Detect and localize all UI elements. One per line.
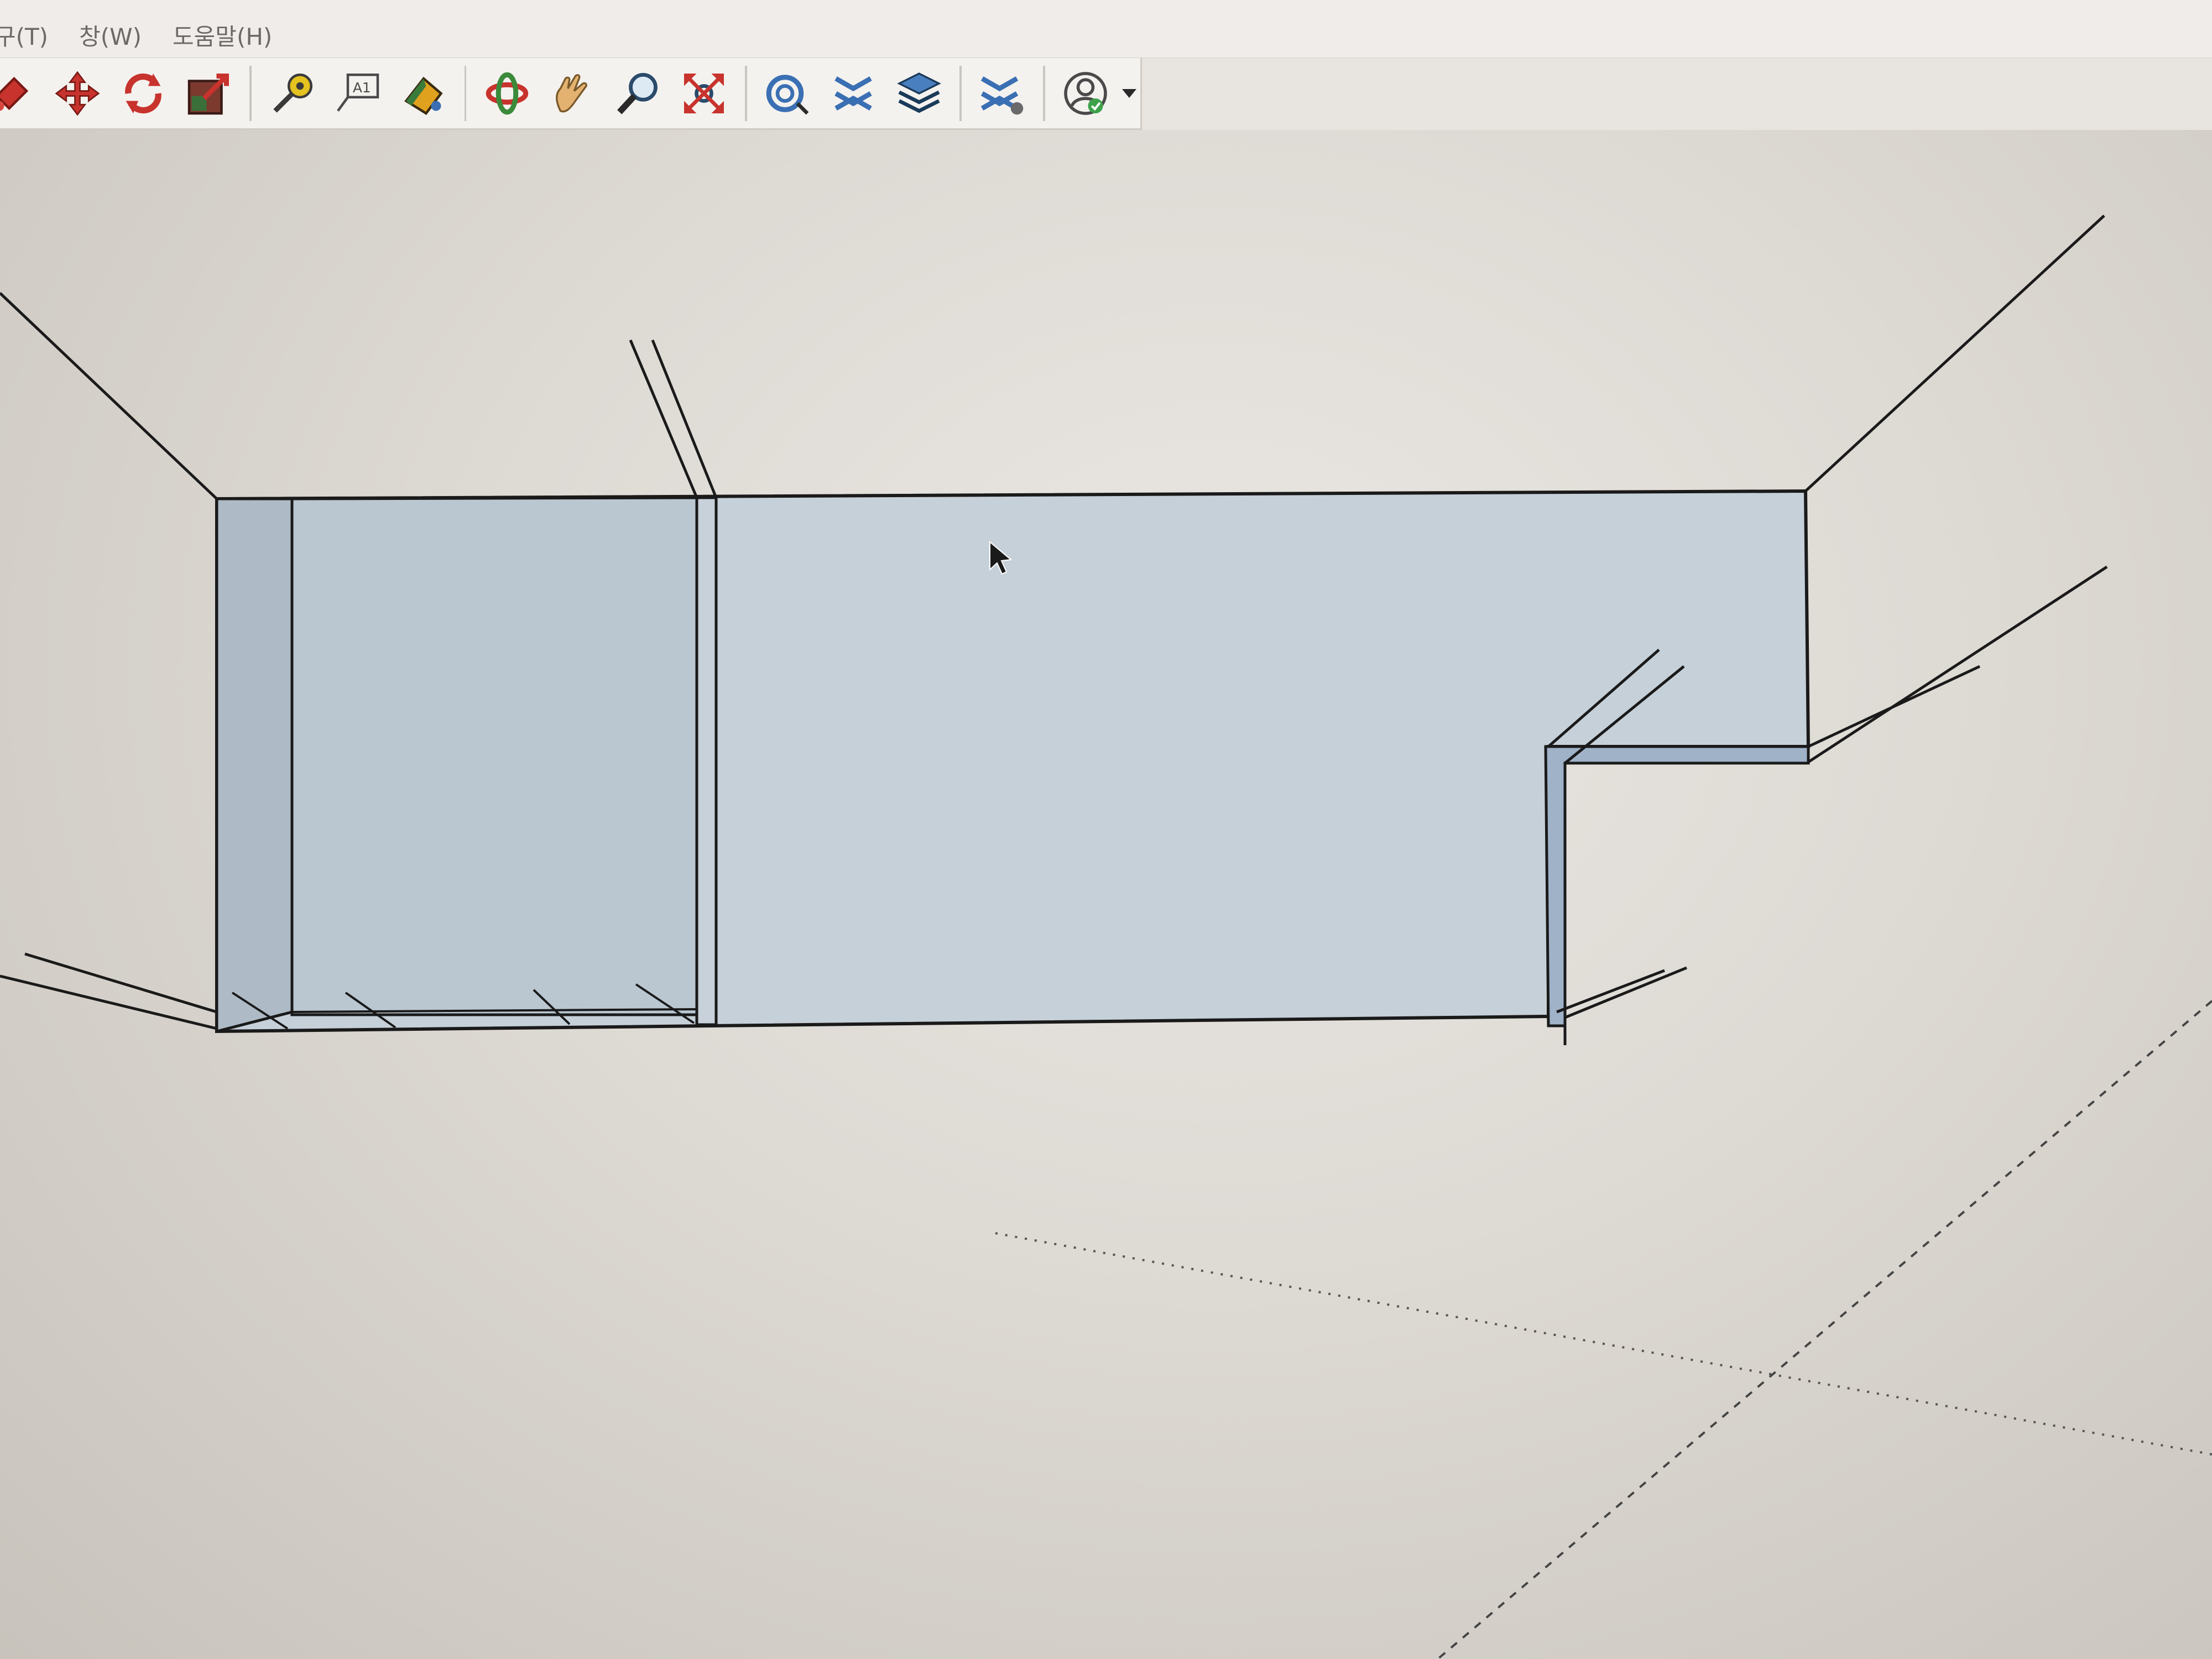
section-plane-button[interactable] — [759, 65, 816, 122]
column-post[interactable] — [695, 496, 718, 1026]
account-button[interactable] — [1057, 65, 1114, 122]
wall-edge-line — [0, 292, 218, 500]
pan-button[interactable] — [544, 65, 601, 122]
zoom-icon — [617, 72, 658, 114]
toolbar-separator — [959, 65, 962, 121]
paint-button[interactable] — [395, 65, 452, 122]
layers-button[interactable] — [890, 65, 947, 122]
paint-icon — [404, 76, 443, 115]
move-button[interactable] — [49, 65, 106, 122]
move-icon — [55, 71, 100, 116]
menu-help[interactable]: 도움말(H) — [173, 18, 272, 52]
layers-icon — [896, 72, 941, 113]
dotted-guide-line — [995, 1232, 2212, 1455]
menu-window[interactable]: 창(W) — [79, 18, 142, 52]
rotate-icon — [125, 73, 161, 113]
orbit-button[interactable] — [478, 65, 535, 122]
scale-icon — [187, 73, 229, 114]
floor-edge-line — [24, 952, 217, 1014]
drawing-viewport[interactable] — [0, 130, 2212, 1659]
menu-tools[interactable]: 구(T) — [0, 18, 48, 52]
pan-icon — [555, 74, 587, 112]
orbit-icon — [486, 72, 529, 114]
column-edge-line — [629, 340, 698, 498]
wall-edge-line — [1804, 215, 2105, 492]
wall-edge-line — [1807, 565, 2108, 764]
chevron-down-icon — [1122, 88, 1137, 98]
section-display-icon — [834, 76, 872, 111]
paint-bucket-button[interactable] — [0, 65, 40, 122]
toolbar-separator — [464, 65, 467, 121]
section-display-button[interactable] — [825, 65, 881, 122]
text-button[interactable]: A1 — [330, 65, 387, 122]
section-cut-face[interactable] — [1544, 745, 1810, 1027]
dashed-axis-line — [1437, 1000, 2212, 1659]
tape-measure-icon — [273, 73, 312, 113]
menu-bar: 구(T) 창(W) 도움말(H) — [0, 0, 2212, 58]
section-settings-icon — [981, 76, 1024, 114]
notch-edge-line — [1556, 969, 1665, 1014]
paint-bucket-icon — [0, 76, 29, 111]
main-toolbar: A1 — [0, 58, 1142, 130]
toolbar-separator — [1042, 65, 1045, 121]
toolbar-separator — [249, 65, 252, 121]
rotate-button[interactable] — [115, 65, 172, 122]
wall-edge-line — [1807, 665, 1981, 748]
wall-panel-left[interactable] — [215, 497, 294, 1034]
wall-panel-middle[interactable] — [290, 496, 698, 1016]
svg-text:A1: A1 — [353, 79, 371, 95]
zoom-button[interactable] — [610, 65, 667, 122]
account-dropdown-caret[interactable] — [1119, 65, 1141, 122]
zoom-extents-icon — [684, 73, 724, 113]
account-icon — [1064, 71, 1107, 115]
notch-edge-line — [1564, 966, 1687, 1019]
zoom-extents-button[interactable] — [676, 65, 733, 122]
text-label-icon: A1 — [337, 73, 379, 112]
sketchup-window: 구(T) 창(W) 도움말(H) A1 — [0, 0, 2212, 1659]
toolbar-background — [1142, 58, 2212, 132]
scale-button[interactable] — [180, 65, 237, 122]
column-edge-line — [651, 340, 718, 498]
section-plane-icon — [766, 74, 809, 114]
tape-measure-button[interactable] — [264, 65, 321, 122]
toolbar-separator — [744, 65, 747, 121]
section-settings-button[interactable] — [974, 65, 1031, 122]
model-canvas — [0, 215, 2212, 1659]
